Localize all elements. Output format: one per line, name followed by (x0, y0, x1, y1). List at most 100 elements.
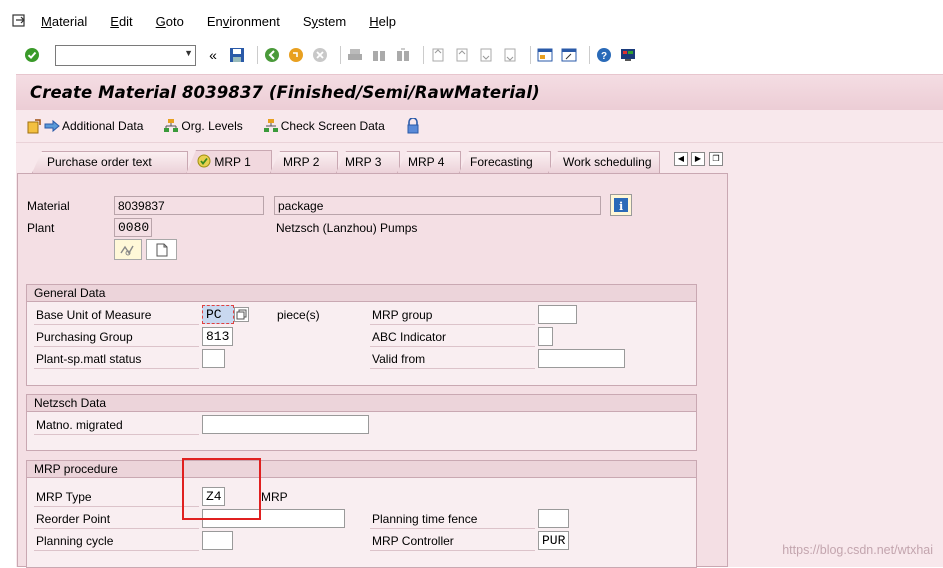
divider (370, 368, 535, 369)
tab-mrp-3[interactable]: MRP 3 (336, 151, 400, 173)
mrp-group-field[interactable] (538, 305, 577, 324)
standard-toolbar: ▼ « ? (0, 38, 943, 72)
divider (34, 506, 199, 507)
lock-button[interactable] (405, 118, 423, 134)
tab-forecasting[interactable]: Forecasting (459, 151, 551, 173)
reorder-point-label: Reorder Point (36, 512, 111, 526)
plant-status-label: Plant-sp.matl status (36, 352, 142, 366)
tab-label: MRP 3 (345, 155, 382, 169)
back-icon[interactable] (263, 46, 281, 64)
watermark: https://blog.csdn.net/wtxhai (782, 543, 933, 557)
first-page-icon[interactable] (429, 46, 447, 64)
enter-icon[interactable] (23, 46, 41, 64)
tab-scroll-right-icon[interactable]: ▶ (691, 152, 705, 166)
arrow-right-icon (44, 118, 60, 134)
prev-page-icon[interactable] (453, 46, 471, 64)
divider (34, 434, 199, 435)
menu-help[interactable]: Help (369, 14, 396, 29)
valid-from-label: Valid from (372, 352, 426, 366)
mrp-procedure-group: MRP procedure MRP Type Z4 MRP Reorder Po… (26, 460, 697, 568)
plant-status-field[interactable] (202, 349, 225, 368)
tab-label: MRP 2 (283, 155, 320, 169)
check-screen-data-icon (263, 118, 279, 134)
exit-icon[interactable] (287, 46, 305, 64)
group-title: MRP procedure (27, 461, 696, 478)
checkmark-icon (197, 154, 211, 171)
find-icon[interactable] (370, 46, 388, 64)
tab-label: MRP 1 (214, 155, 251, 169)
base-uom-label: Base Unit of Measure (36, 308, 152, 322)
tab-label: Work scheduling (563, 155, 652, 169)
menu-material[interactable]: Material (41, 14, 87, 29)
highlight-annotation (182, 458, 261, 520)
valid-from-field[interactable] (538, 349, 625, 368)
plant-value: 0080 (118, 220, 150, 235)
next-page-icon[interactable] (477, 46, 495, 64)
tab-mrp-2[interactable]: MRP 2 (270, 151, 338, 173)
separator (530, 46, 531, 64)
divider (370, 550, 535, 551)
material-label: Material (27, 199, 70, 213)
check-screen-data-label: Check Screen Data (280, 119, 385, 133)
divider (34, 346, 199, 347)
plant-field: 0080 (114, 218, 152, 237)
collapse-icon[interactable]: « (204, 46, 222, 64)
matno-migrated-label: Matno. migrated (36, 418, 123, 432)
help-icon[interactable]: ? (595, 46, 613, 64)
cancel-icon[interactable] (311, 46, 329, 64)
base-uom-value: PC (206, 307, 222, 322)
page-title: Create Material 8039837 (Finished/Semi/R… (30, 83, 540, 102)
divider (370, 528, 535, 529)
planning-cycle-field[interactable] (202, 531, 233, 550)
check-screen-data-button[interactable]: Check Screen Data (263, 118, 385, 134)
tab-purchase-order-text[interactable]: Purchase order text (32, 151, 188, 173)
save-icon[interactable] (228, 46, 246, 64)
dropdown-arrow-icon[interactable]: ▼ (184, 48, 193, 58)
system-menu-icon[interactable] (12, 14, 28, 28)
menu-goto[interactable]: Goto (156, 14, 184, 29)
org-levels-label: Org. Levels (181, 119, 243, 133)
find-next-icon[interactable] (394, 46, 412, 64)
tab-mrp-1[interactable]: MRP 1 (186, 150, 272, 174)
mrp-controller-field[interactable]: PUR (538, 531, 569, 550)
change-org-levels-icon[interactable] (114, 239, 142, 260)
copy-icon[interactable] (234, 307, 249, 322)
separator (423, 46, 424, 64)
print-icon[interactable] (346, 46, 364, 64)
divider (370, 346, 535, 347)
menu-environment[interactable]: Environment (207, 14, 280, 29)
menu-system[interactable]: System (303, 14, 346, 29)
tab-list-icon[interactable]: ❐ (709, 152, 723, 166)
command-field[interactable]: ▼ (55, 44, 196, 66)
general-data-group: General Data Base Unit of Measure PC pie… (26, 284, 697, 386)
separator (589, 46, 590, 64)
material-description-field: package (274, 196, 601, 215)
matno-migrated-field[interactable] (202, 415, 369, 434)
abc-indicator-field[interactable] (538, 327, 553, 346)
menu-edit[interactable]: Edit (110, 14, 132, 29)
new-document-icon[interactable] (146, 239, 177, 260)
mrp-group-label: MRP group (372, 308, 433, 322)
mrp-controller-label: MRP Controller (372, 534, 454, 548)
last-page-icon[interactable] (501, 46, 519, 64)
material-value: 8039837 (118, 199, 165, 213)
tab-mrp-4[interactable]: MRP 4 (397, 151, 461, 173)
purchasing-group-field[interactable]: 813 (202, 327, 233, 346)
org-levels-button[interactable]: Org. Levels (163, 118, 243, 134)
base-uom-field[interactable]: PC (202, 305, 234, 324)
mrp-type-text: MRP (261, 490, 288, 504)
divider (370, 324, 535, 325)
tab-strip: Purchase order text MRP 1 MRP 2 MRP 3 MR… (16, 150, 943, 174)
tab-work-scheduling[interactable]: Work scheduling (548, 151, 660, 173)
new-session-icon[interactable] (536, 46, 554, 64)
svg-text:?: ? (601, 51, 607, 62)
plant-label: Plant (27, 221, 55, 235)
customize-layout-icon[interactable] (619, 46, 637, 64)
tab-scroll-left-icon[interactable]: ◀ (674, 152, 688, 166)
shortcut-icon[interactable] (560, 46, 578, 64)
svg-text:i: i (619, 200, 623, 213)
additional-data-button[interactable]: Additional Data (26, 118, 143, 134)
info-icon[interactable]: i (610, 194, 632, 216)
planning-time-fence-label: Planning time fence (372, 512, 478, 526)
planning-time-fence-field[interactable] (538, 509, 569, 528)
